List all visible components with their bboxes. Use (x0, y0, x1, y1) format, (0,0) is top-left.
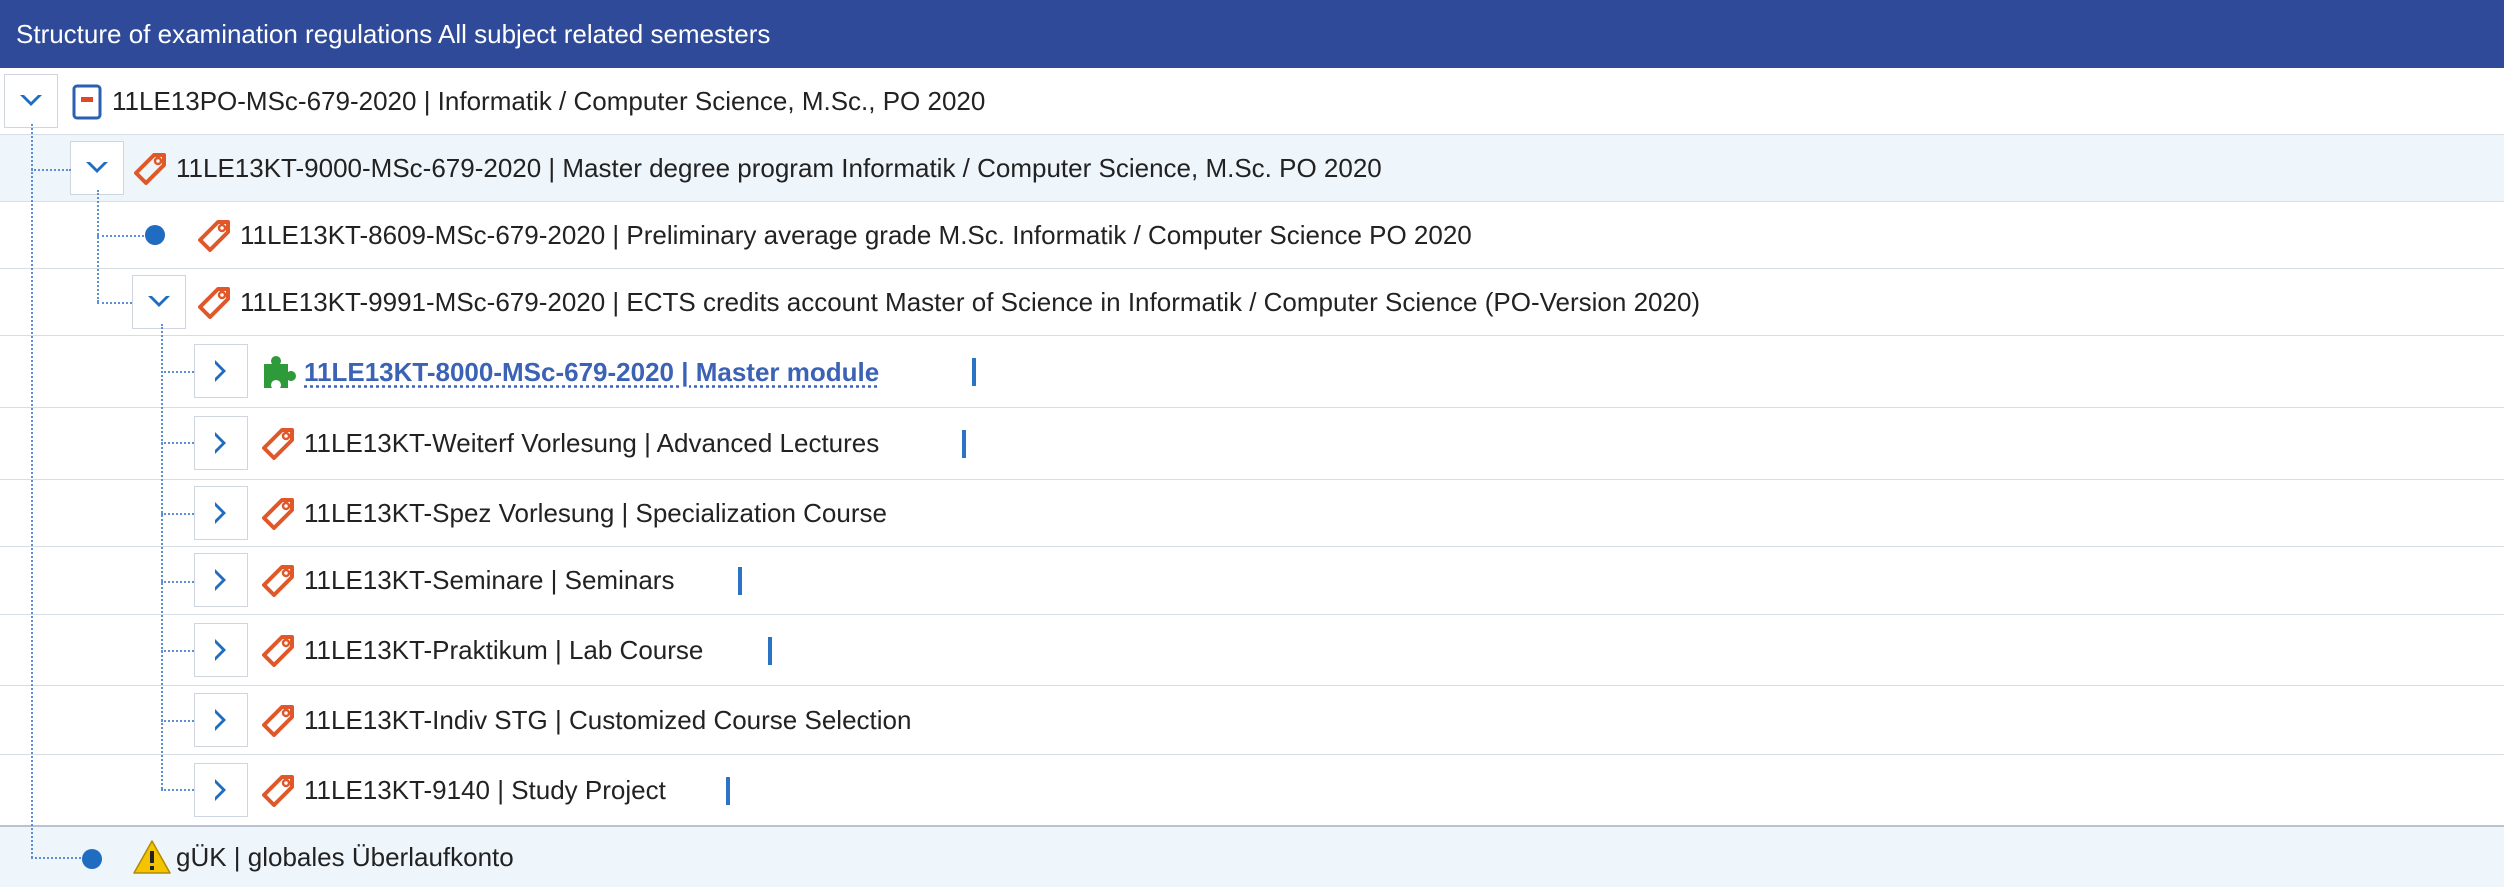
tree-row-child: 11LE13KT-Seminare | Seminars (0, 547, 2504, 615)
tree-label-grade[interactable]: 11LE13KT-8609-MSc-679-2020 | Preliminary… (240, 202, 1472, 268)
expand-toggle[interactable] (194, 344, 248, 398)
chevron-right-icon (215, 432, 226, 454)
tree-label-child[interactable]: 11LE13KT-Weiterf Vorlesung | Advanced Le… (304, 408, 879, 478)
exam-regulations-panel: Structure of examination regulations All… (0, 0, 2504, 887)
chevron-down-icon (148, 296, 170, 307)
tree-label-overflow[interactable]: gÜK | globales Überlaufkonto (176, 827, 514, 887)
tag-icon (198, 287, 230, 319)
tree-row-child: 11LE13KT-Praktikum | Lab Course (0, 615, 2504, 686)
tree-row-child: 11LE13KT-Weiterf Vorlesung | Advanced Le… (0, 408, 2504, 480)
puzzle-icon (264, 356, 296, 388)
tag-icon (262, 565, 294, 597)
tree-row-grade: 11LE13KT-8609-MSc-679-2020 | Preliminary… (0, 202, 2504, 269)
warning-icon (133, 840, 171, 874)
marker-bar (726, 777, 730, 805)
tree-connector (31, 124, 33, 858)
tree-label-root[interactable]: 11LE13PO-MSc-679-2020 | Informatik / Com… (112, 68, 985, 134)
expand-toggle[interactable] (194, 553, 248, 607)
tree-connector (97, 235, 144, 237)
tag-icon (262, 635, 294, 667)
panel-title: Structure of examination regulations All… (16, 19, 771, 49)
tree-row-root: 11LE13PO-MSc-679-2020 | Informatik / Com… (0, 68, 2504, 135)
marker-bar (972, 358, 976, 386)
tag-icon (198, 220, 230, 252)
tree-connector (97, 302, 132, 304)
expand-toggle[interactable] (194, 416, 248, 470)
chevron-right-icon (215, 360, 226, 382)
tree-label-child[interactable]: 11LE13KT-Seminare | Seminars (304, 547, 674, 613)
leaf-dot (82, 849, 102, 869)
tree-connector (161, 650, 194, 652)
collapse-toggle-root[interactable] (4, 74, 58, 128)
tree-connector (161, 789, 194, 791)
tree-row-program: 11LE13KT-9000-MSc-679-2020 | Master degr… (0, 135, 2504, 202)
collapse-toggle-ects[interactable] (132, 275, 186, 329)
tag-icon (262, 775, 294, 807)
expand-toggle[interactable] (194, 763, 248, 817)
tree-row-overflow: gÜK | globales Überlaufkonto (0, 827, 2504, 887)
tree-connector (161, 581, 194, 583)
marker-bar (738, 567, 742, 595)
chevron-right-icon (215, 639, 226, 661)
tree-connector (31, 169, 71, 171)
tree-connector (31, 857, 81, 859)
chevron-right-icon (215, 779, 226, 801)
tree-row-child: 11LE13KT-8000-MSc-679-2020 | Master modu… (0, 336, 2504, 408)
document-icon (72, 84, 102, 120)
chevron-down-icon (86, 162, 108, 173)
expand-toggle[interactable] (194, 693, 248, 747)
tree-label-child[interactable]: 11LE13KT-Praktikum | Lab Course (304, 615, 703, 685)
panel-header: Structure of examination regulations All… (0, 0, 2504, 68)
chevron-down-icon (20, 95, 42, 106)
leaf-dot (145, 225, 165, 245)
expand-toggle[interactable] (194, 623, 248, 677)
tree-row-child: 11LE13KT-9140 | Study Project (0, 755, 2504, 827)
tree-label-ects[interactable]: 11LE13KT-9991-MSc-679-2020 | ECTS credit… (240, 269, 1700, 335)
tree-row-child: 11LE13KT-Spez Vorlesung | Specialization… (0, 480, 2504, 547)
tag-icon (262, 705, 294, 737)
tree-connector (161, 371, 194, 373)
tree-label-child[interactable]: 11LE13KT-Indiv STG | Customized Course S… (304, 686, 911, 754)
chevron-right-icon (215, 502, 226, 524)
marker-bar (962, 430, 966, 458)
tree-row-child: 11LE13KT-Indiv STG | Customized Course S… (0, 686, 2504, 755)
tag-icon (262, 428, 294, 460)
tree-connector (161, 442, 194, 444)
collapse-toggle-program[interactable] (70, 141, 124, 195)
tree-connector (97, 190, 99, 302)
chevron-right-icon (215, 709, 226, 731)
tree-label-child[interactable]: 11LE13KT-8000-MSc-679-2020 | Master modu… (304, 336, 879, 408)
tree-connector (161, 720, 194, 722)
tree-label-program[interactable]: 11LE13KT-9000-MSc-679-2020 | Master degr… (176, 135, 1382, 201)
tag-icon (262, 498, 294, 530)
tree-row-ects: 11LE13KT-9991-MSc-679-2020 | ECTS credit… (0, 269, 2504, 336)
tree-label-child[interactable]: 11LE13KT-9140 | Study Project (304, 755, 666, 825)
tree-connector (161, 513, 194, 515)
tag-icon (134, 153, 166, 185)
chevron-right-icon (215, 569, 226, 591)
expand-toggle[interactable] (194, 486, 248, 540)
tree-label-child[interactable]: 11LE13KT-Spez Vorlesung | Specialization… (304, 480, 887, 546)
marker-bar (768, 637, 772, 665)
